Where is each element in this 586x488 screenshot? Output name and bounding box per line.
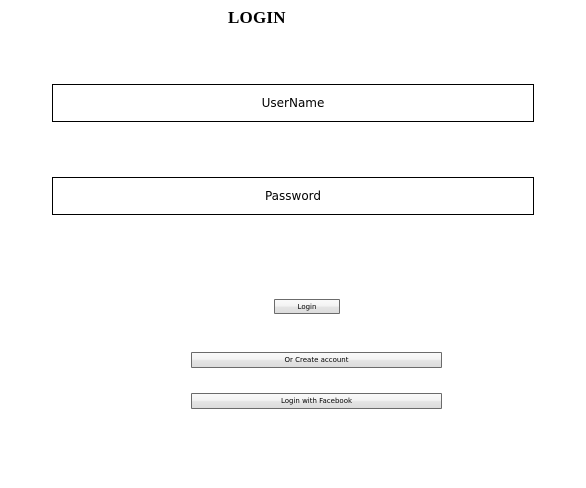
username-field-box[interactable] (52, 84, 534, 122)
password-input[interactable] (53, 178, 533, 214)
password-field-box[interactable] (52, 177, 534, 215)
create-account-button[interactable]: Or Create account (191, 352, 442, 368)
username-input[interactable] (53, 85, 533, 121)
page-title: LOGIN (228, 8, 286, 27)
login-button[interactable]: Login (274, 299, 340, 314)
facebook-login-button[interactable]: Login with Facebook (191, 393, 442, 409)
